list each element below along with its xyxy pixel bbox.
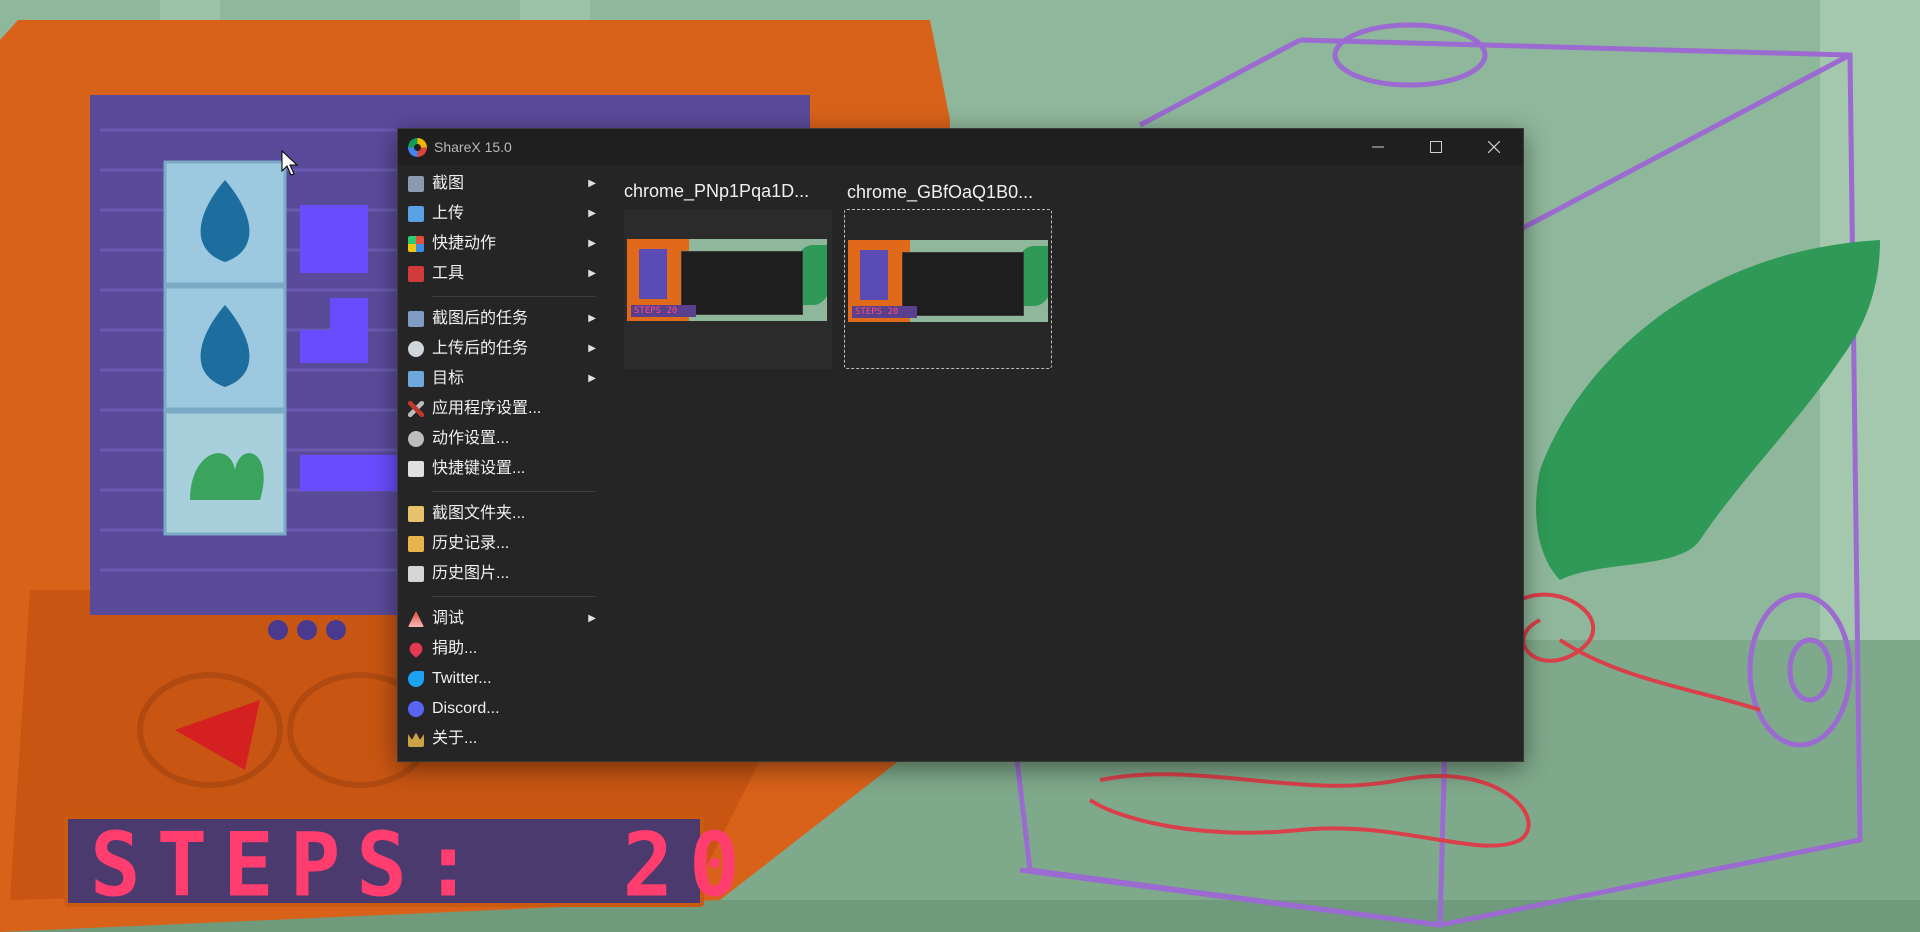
thumbnail-steps-text: STEPS 20 — [852, 306, 917, 318]
menu-label: 调试 — [432, 610, 465, 627]
menu-label: 快捷动作 — [432, 235, 497, 252]
menu-item-task-settings[interactable]: 动作设置... — [398, 424, 608, 454]
crown-icon — [408, 732, 424, 747]
menu-label: 截图 — [432, 175, 465, 192]
menu-item-destinations[interactable]: 目标 ▶ — [398, 364, 608, 394]
sharex-window: ShareX 15.0 截图 ▶ 上传 ▶ 快捷动作 ▶ 工具 ▶ 截图后的任务 ▶ 上传… — [397, 128, 1524, 762]
twitter-bird-icon — [408, 671, 424, 687]
after-capture-icon — [408, 311, 424, 327]
maximize-button[interactable] — [1407, 129, 1465, 165]
menu-separator — [432, 296, 596, 297]
menu-item-twitter[interactable]: Twitter... — [398, 664, 608, 694]
cloud-upload-icon — [408, 341, 424, 357]
submenu-arrow-icon: ▶ — [588, 373, 596, 384]
steps-counter: STEPS: 20 — [90, 813, 756, 917]
menu-item-discord[interactable]: Discord... — [398, 694, 608, 724]
menu-separator — [432, 491, 596, 492]
submenu-arrow-icon: ▶ — [588, 613, 596, 624]
close-icon — [1487, 140, 1501, 154]
thumbnail-item[interactable]: chrome_PNp1Pqa1D... STEPS 20 — [624, 181, 832, 369]
discord-icon — [408, 701, 424, 717]
menu-item-workflows[interactable]: 快捷动作 ▶ — [398, 229, 608, 259]
title-bar[interactable]: ShareX 15.0 — [398, 129, 1523, 165]
menu-item-screenshots-folder[interactable]: 截图文件夹... — [398, 499, 608, 529]
menu-item-after-capture-tasks[interactable]: 截图后的任务 ▶ — [398, 304, 608, 334]
debug-cone-icon — [408, 611, 424, 627]
destination-icon — [408, 371, 424, 387]
menu-label: 上传后的任务 — [432, 340, 529, 357]
gear-icon — [408, 431, 424, 447]
menu-label: 捐助... — [432, 640, 478, 657]
menu-label: 截图后的任务 — [432, 310, 529, 327]
menu-label: 历史图片... — [432, 565, 510, 582]
menu-label: 应用程序设置... — [432, 400, 542, 417]
history-list-icon — [408, 536, 424, 552]
menu-item-image-history[interactable]: 历史图片... — [398, 559, 608, 589]
thumbnail-filename: chrome_GBfOaQ1B0... — [847, 182, 1034, 202]
thumbnail-image: STEPS 20 — [848, 240, 1048, 322]
mouse-pointer-icon — [281, 150, 299, 176]
menu-label: 目标 — [432, 370, 465, 387]
menu-item-upload[interactable]: 上传 ▶ — [398, 199, 608, 229]
heart-icon — [406, 639, 426, 659]
capture-icon — [408, 176, 424, 192]
menu-item-capture[interactable]: 截图 ▶ — [398, 169, 608, 199]
main-menu: 截图 ▶ 上传 ▶ 快捷动作 ▶ 工具 ▶ 截图后的任务 ▶ 上传后的任务 ▶ 目标 ▶ 应用… — [398, 165, 608, 754]
menu-label: 工具 — [432, 265, 465, 282]
toolbox-icon — [408, 266, 424, 282]
thumbnail-panel: chrome_PNp1Pqa1D... STEPS 20 chrome_GBfO… — [624, 165, 1523, 761]
menu-label: 关于... — [432, 730, 478, 747]
minimize-icon — [1372, 146, 1384, 148]
submenu-arrow-icon: ▶ — [588, 313, 596, 324]
menu-label: 快捷键设置... — [432, 460, 526, 477]
submenu-arrow-icon: ▶ — [588, 268, 596, 279]
thumbnail-steps-text: STEPS 20 — [631, 305, 696, 317]
folder-icon — [408, 506, 424, 522]
wrench-screwdriver-icon — [408, 401, 424, 417]
steps-counter-panel: STEPS: 20 — [64, 815, 740, 913]
menu-item-tools[interactable]: 工具 ▶ — [398, 259, 608, 289]
menu-label: Twitter... — [432, 670, 492, 687]
maximize-icon — [1430, 140, 1442, 153]
menu-separator — [432, 596, 596, 597]
menu-item-debug[interactable]: 调试 ▶ — [398, 604, 608, 634]
upload-arrow-icon — [408, 206, 424, 222]
menu-label: 截图文件夹... — [432, 505, 526, 522]
submenu-arrow-icon: ▶ — [588, 178, 596, 189]
thumbnail-item-selected[interactable]: chrome_GBfOaQ1B0... STEPS 20 — [844, 182, 1052, 369]
menu-item-donate[interactable]: 捐助... — [398, 634, 608, 664]
keyboard-icon — [408, 461, 424, 477]
close-button[interactable] — [1465, 129, 1523, 165]
menu-label: Discord... — [432, 700, 500, 717]
thumbnail-image: STEPS 20 — [627, 239, 827, 321]
menu-label: 动作设置... — [432, 430, 510, 447]
window-title: ShareX 15.0 — [434, 139, 512, 155]
image-history-icon — [408, 566, 424, 582]
menu-item-history[interactable]: 历史记录... — [398, 529, 608, 559]
workflow-grid-icon — [408, 236, 424, 252]
thumbnail-filename: chrome_PNp1Pqa1D... — [624, 181, 810, 201]
menu-item-after-upload-tasks[interactable]: 上传后的任务 ▶ — [398, 334, 608, 364]
menu-item-about[interactable]: 关于... — [398, 724, 608, 754]
submenu-arrow-icon: ▶ — [588, 343, 596, 354]
menu-label: 历史记录... — [432, 535, 510, 552]
sharex-logo-icon — [408, 138, 427, 157]
submenu-arrow-icon: ▶ — [588, 208, 596, 219]
minimize-button[interactable] — [1349, 129, 1407, 165]
menu-label: 上传 — [432, 205, 465, 222]
menu-item-application-settings[interactable]: 应用程序设置... — [398, 394, 608, 424]
submenu-arrow-icon: ▶ — [588, 238, 596, 249]
menu-item-hotkey-settings[interactable]: 快捷键设置... — [398, 454, 608, 484]
